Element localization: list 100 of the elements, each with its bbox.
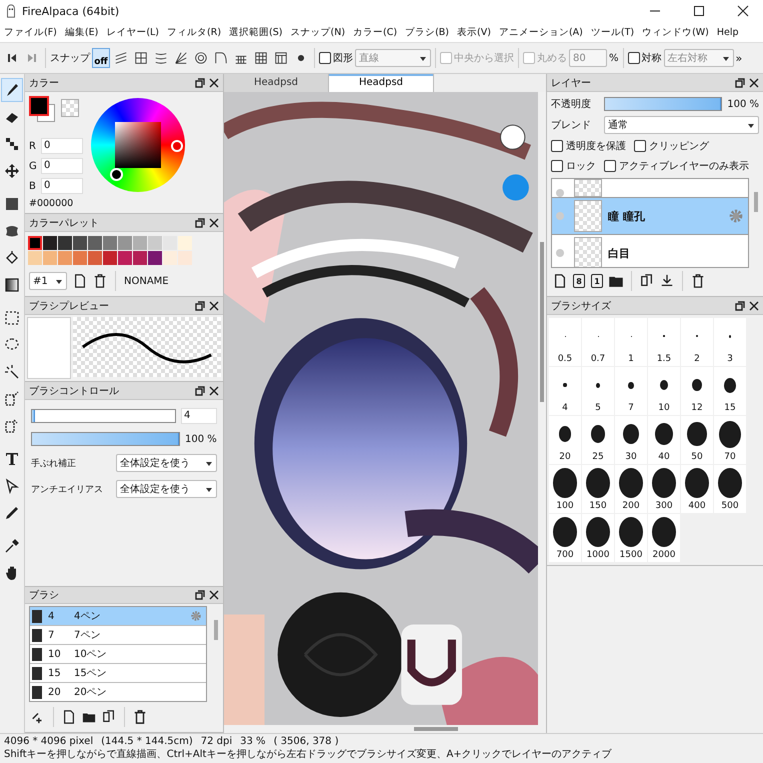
brush-size-cell[interactable]: 300 [648,465,680,513]
visibility-dot[interactable] [556,212,564,220]
brush-size-cell[interactable]: 30 [615,416,647,464]
brush-size-cell[interactable]: 200 [615,465,647,513]
palette-swatch[interactable] [148,236,162,250]
visibility-dot[interactable] [556,189,564,197]
rgb-value-field[interactable]: 0 [41,178,83,194]
brush-size-cell[interactable]: 400 [681,465,713,513]
brush-size-cell[interactable]: 100 [549,465,581,513]
stabilizer-dropdown[interactable]: 全体設定を使う [116,454,217,472]
layer-row[interactable]: 白目 [552,235,748,267]
brush-item[interactable]: 20 20ペン [30,683,206,701]
palette-swatch[interactable] [118,236,132,250]
menu-item[interactable]: レイヤー(L) [106,26,160,38]
brush-size-field[interactable]: 4 [181,408,217,424]
palette-swatch[interactable] [103,236,117,250]
brush-item[interactable]: 15 15ペン [30,664,206,683]
palette-swatch[interactable] [28,251,42,265]
palette-swatch[interactable] [43,251,57,265]
option-checkbox[interactable] [604,160,616,172]
merge-down-icon[interactable] [660,274,674,288]
palette-dropdown[interactable]: #1 [29,272,67,290]
folder-icon[interactable] [609,274,623,288]
new-layer-button[interactable]: 1 [591,274,603,288]
brush-size-cell[interactable]: 10 [648,367,680,415]
float-icon[interactable] [735,78,745,88]
close-icon[interactable] [209,300,219,310]
option-checkbox[interactable] [551,160,563,172]
palette-swatch[interactable] [73,251,87,265]
brush-size-cell[interactable]: 4 [549,367,581,415]
brush-size-cell[interactable]: 20 [549,416,581,464]
float-icon[interactable] [195,300,205,310]
palette-swatch[interactable] [133,236,147,250]
option-checkbox[interactable] [634,140,646,152]
brush-size-cell[interactable]: 40 [648,416,680,464]
close-icon[interactable] [749,78,759,88]
scrollbar-thumb[interactable] [214,620,218,640]
brush-size-cell[interactable]: 7 [615,367,647,415]
brush-size-cell[interactable]: 70 [714,416,746,464]
transparent-swatch[interactable] [61,99,79,117]
menu-item[interactable]: ファイル(F) [4,26,57,38]
scrollbar-thumb[interactable] [414,727,458,731]
rgb-value-field[interactable]: 0 [41,158,83,174]
menu-item[interactable]: Help [716,26,739,38]
palette-swatch[interactable] [118,251,132,265]
close-icon[interactable] [209,386,219,396]
menu-item[interactable]: アニメーション(A) [498,26,583,38]
antialias-dropdown[interactable]: 全体設定を使う [116,480,217,498]
brush-size-cell[interactable]: 5 [582,367,614,415]
brush-size-cell[interactable]: 15 [714,367,746,415]
brush-size-cell[interactable]: 50 [681,416,713,464]
brush-size-cell[interactable]: 1 [615,318,647,366]
palette-swatch[interactable] [148,251,162,265]
brush-size-cell[interactable]: 2 [681,318,713,366]
brush-size-cell[interactable]: 0.7 [582,318,614,366]
menu-item[interactable]: フィルタ(R) [167,26,222,38]
new-icon[interactable] [553,274,567,288]
float-icon[interactable] [195,386,205,396]
duplicate-icon[interactable] [640,274,654,288]
more-button[interactable]: » [736,52,742,64]
palette-swatch[interactable] [73,236,87,250]
brush-size-cell[interactable]: 700 [549,514,581,562]
scrollbar-thumb[interactable] [540,242,544,402]
brush-size-slider[interactable] [31,409,176,423]
palette-swatch[interactable] [28,236,42,250]
menu-item[interactable]: 選択範囲(S) [229,26,282,38]
brush-size-cell[interactable]: 1500 [615,514,647,562]
scrollbar-thumb[interactable] [754,192,758,212]
palette-swatch[interactable] [178,251,192,265]
close-icon[interactable] [209,590,219,600]
brush-size-cell[interactable]: 1000 [582,514,614,562]
document-tab[interactable]: Headpsd [224,74,329,92]
float-icon[interactable] [195,78,205,88]
brush-size-cell[interactable]: 500 [714,465,746,513]
rgb-value-field[interactable]: 0 [41,138,83,154]
menu-item[interactable]: 編集(E) [64,26,98,38]
brush-tool-button[interactable] [1,78,23,102]
brush-size-cell[interactable]: 2000 [648,514,680,562]
palette-swatch[interactable] [178,236,192,250]
menu-item[interactable]: 表示(V) [457,26,491,38]
menu-item[interactable]: ブラシ(B) [405,26,450,38]
brush-item[interactable]: 10 10ペン [30,645,206,664]
new-page-icon[interactable] [62,710,76,724]
duplicate-icon[interactable] [102,710,116,724]
float-icon[interactable] [735,300,745,310]
trash-icon[interactable] [133,710,147,724]
menu-item[interactable]: スナップ(N) [290,26,346,38]
blend-dropdown[interactable]: 通常 [604,116,759,134]
palette-swatch[interactable] [163,251,177,265]
layer-row[interactable]: 瞳 瞳孔 [552,198,748,235]
menu-item[interactable]: ウィンドウ(W) [642,26,709,38]
close-icon[interactable] [749,300,759,310]
option-checkbox[interactable] [551,140,563,152]
palette-swatch[interactable] [43,236,57,250]
float-icon[interactable] [195,218,205,228]
close-icon[interactable] [209,78,219,88]
brush-size-cell[interactable]: 25 [582,416,614,464]
trash-icon[interactable] [93,274,107,288]
float-icon[interactable] [195,590,205,600]
new-layer-button[interactable]: 8 [573,274,585,288]
